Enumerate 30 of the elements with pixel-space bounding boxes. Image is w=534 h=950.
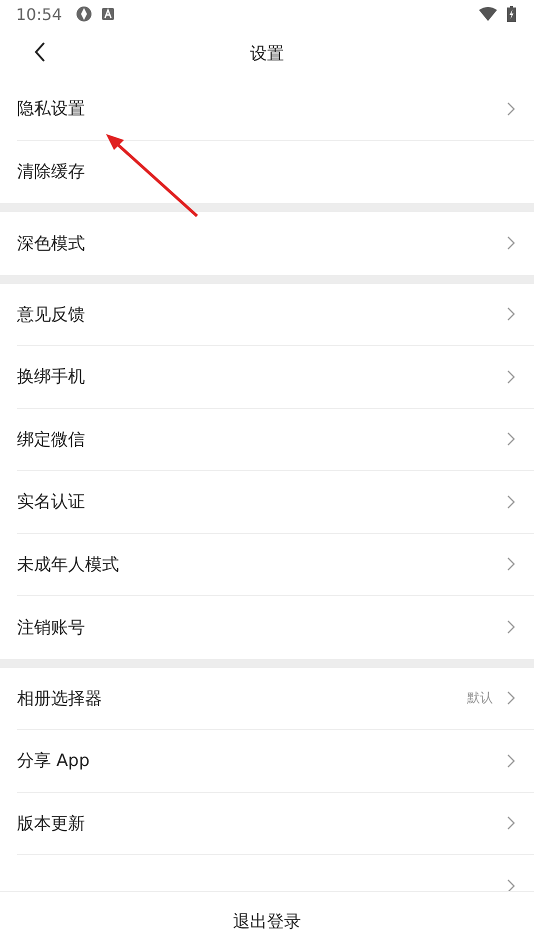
row-label: 换绑手机 (17, 366, 86, 388)
settings-row[interactable]: 意见反馈 (17, 284, 534, 346)
row-label: 清除缓存 (17, 161, 86, 184)
page-title: 设置 (250, 42, 284, 64)
status-time: 10:54 (16, 4, 62, 24)
settings-row[interactable]: 未成年人模式 (17, 534, 534, 596)
row-label: 注销账号 (17, 616, 86, 639)
settings-row[interactable]: 绑定微信 (17, 408, 534, 471)
settings-row[interactable]: 分享 App (17, 730, 534, 792)
settings-row[interactable]: 注销账号 (17, 596, 534, 658)
row-label: 意见反馈 (17, 304, 86, 326)
settings-row[interactable]: 换绑手机 (17, 346, 534, 408)
row-label: 相册选择器 (17, 688, 103, 710)
row-label: 隐私设置 (17, 98, 86, 120)
row-label: 绑定微信 (17, 428, 86, 451)
settings-row[interactable]: 版本更新 (17, 792, 534, 855)
settings-row[interactable]: 清除缓存 (17, 140, 534, 203)
row-value: 默认 (467, 690, 493, 708)
row-label: 未成年人模式 (17, 554, 120, 576)
aperture-icon (76, 6, 92, 22)
back-icon[interactable] (34, 42, 46, 62)
text-icon (102, 8, 114, 20)
settings-row[interactable]: 相册选择器 默认 (17, 668, 534, 730)
row-label: 实名认证 (17, 491, 86, 514)
settings-row[interactable]: 实名认证 (17, 471, 534, 534)
row-label: 版本更新 (17, 812, 86, 835)
row-label: 深色模式 (17, 232, 86, 255)
row-label: 分享 App (17, 750, 91, 772)
battery-icon (507, 6, 516, 22)
wifi-icon (479, 7, 497, 21)
